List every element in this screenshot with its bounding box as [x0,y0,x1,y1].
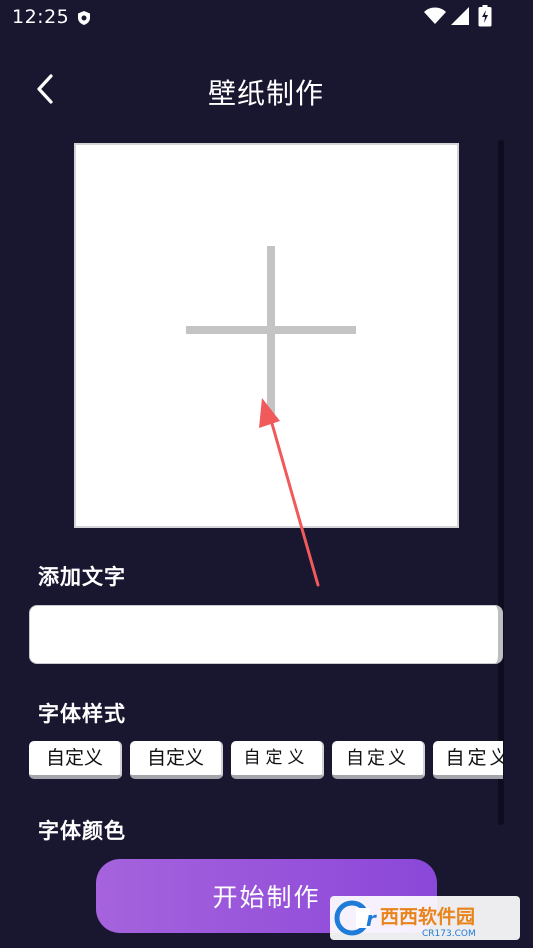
text-input[interactable] [29,605,503,664]
font-style-list: 自定义 自定义 自定义 自定义 自定义 [29,740,503,784]
scrollbar[interactable] [498,140,504,825]
image-picker[interactable] [74,143,459,528]
font-style-option[interactable]: 自定义 [332,741,425,779]
watermark-domain: CR173.COM [422,929,476,939]
watermark-logo: r 西西软件园 CR173.COM [330,896,520,940]
watermark-brand: 西西软件园 [380,905,475,928]
font-style-option[interactable]: 自定义 [29,741,122,779]
status-time: 12:25 [12,6,70,28]
font-color-label: 字体颜色 [38,819,126,843]
battery-icon [478,5,492,27]
svg-text:r: r [366,907,377,931]
status-bar: 12:25 [0,0,533,38]
plus-icon [186,246,356,414]
shield-icon [78,11,90,25]
font-style-option[interactable]: 自定义 [433,741,503,779]
signal-icon [451,7,469,25]
chevron-left-icon[interactable] [34,72,56,106]
page-title: 壁纸制作 [207,77,324,110]
font-style-option[interactable]: 自定义 [231,741,324,779]
font-style-option[interactable]: 自定义 [130,741,223,779]
add-text-label: 添加文字 [38,565,126,589]
wifi-icon [424,7,446,24]
font-style-label: 字体样式 [38,702,126,726]
